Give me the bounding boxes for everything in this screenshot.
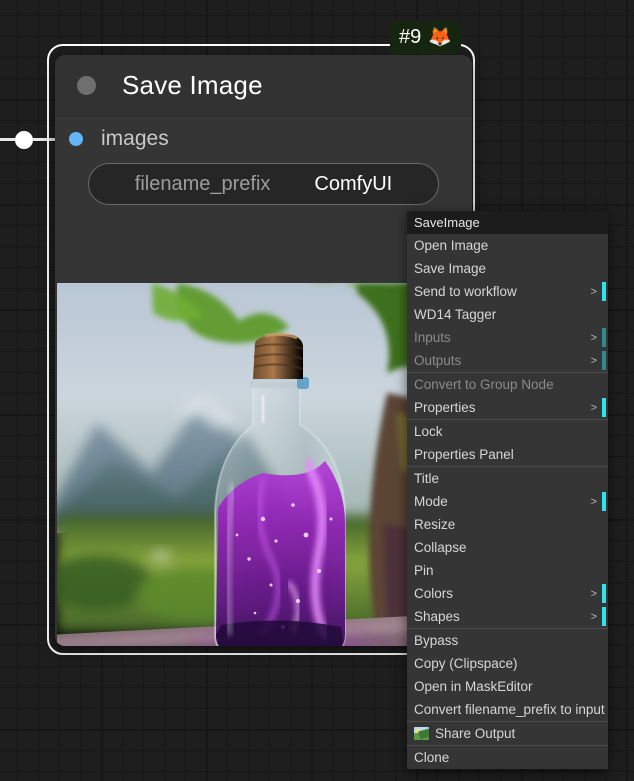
page-title: Save Image [122, 70, 263, 100]
context-menu-item-open-in-maskeditor[interactable]: Open in MaskEditor [407, 675, 608, 698]
context-menu-item-collapse[interactable]: Collapse [407, 536, 608, 559]
context-menu-item-shapes[interactable]: Shapes > [407, 605, 608, 628]
chevron-right-icon: > [590, 587, 597, 600]
context-menu-item-copy-clipspace[interactable]: Copy (Clipspace) [407, 652, 608, 675]
context-menu-item-inputs: Inputs > [407, 326, 608, 349]
chevron-right-icon: > [590, 331, 597, 344]
chevron-right-icon: > [590, 285, 597, 298]
context-menu-item-label: Pin [414, 563, 434, 578]
context-menu-item-label: WD14 Tagger [414, 307, 497, 322]
context-menu-item-label: Shapes [414, 609, 460, 624]
context-menu-item-bypass[interactable]: Bypass [407, 629, 608, 652]
submenu-accent-bar [602, 492, 606, 511]
context-menu-item-label: Resize [414, 517, 456, 532]
context-menu-item-label: Save Image [414, 261, 487, 276]
context-menu-item-wd14-tagger[interactable]: WD14 Tagger [407, 303, 608, 326]
context-menu-item-mode[interactable]: Mode > [407, 490, 608, 513]
context-menu-item-clone[interactable]: Clone [407, 746, 608, 769]
chevron-right-icon: > [590, 610, 597, 623]
context-menu-items: Open Image Save Image Send to workflow > WD1… [407, 234, 608, 769]
context-menu-item-properties-panel[interactable]: Properties Panel [407, 443, 608, 466]
chevron-right-icon: > [590, 401, 597, 414]
context-menu-item-label: Properties Panel [414, 447, 514, 462]
submenu-accent-bar [602, 351, 606, 370]
context-menu-item-label: Open Image [414, 238, 489, 253]
context-menu-item-label: Properties [414, 400, 476, 415]
context-menu-item-save-image[interactable]: Save Image [407, 257, 608, 280]
link-reroute-dot[interactable] [15, 131, 33, 149]
context-menu-item-resize[interactable]: Resize [407, 513, 608, 536]
input-slot-images[interactable]: images [55, 117, 472, 161]
input-slot-label: images [101, 127, 169, 150]
context-menu-item-lock[interactable]: Lock [407, 420, 608, 443]
chevron-right-icon: > [590, 354, 597, 367]
node-body: images filename_prefix ComfyUI [55, 117, 472, 646]
widget-value[interactable]: ComfyUI [314, 173, 392, 196]
context-menu-item-label: Title [414, 471, 440, 486]
context-menu-title: SaveImage [407, 211, 608, 234]
submenu-accent-bar [602, 398, 606, 417]
node-id-label: #9 [399, 26, 422, 48]
context-menu-item-label: Share Output [435, 726, 516, 741]
graph-canvas[interactable]: Save Image images filename_prefix ComfyU… [0, 0, 634, 781]
context-menu-item-label: Convert filename_prefix to input [414, 702, 605, 717]
context-menu-item-label: Outputs [414, 353, 462, 368]
context-menu-item-label: Open in MaskEditor [414, 679, 533, 694]
context-menu-item-label: Lock [414, 424, 443, 439]
context-menu-item-send-to-workflow[interactable]: Send to workflow > [407, 280, 608, 303]
submenu-accent-bar [602, 584, 606, 603]
picture-icon [414, 727, 429, 740]
context-menu[interactable]: SaveImage Open Image Save Image Send to wo… [407, 211, 608, 769]
context-menu-item-open-image[interactable]: Open Image [407, 234, 608, 257]
node-id-badge[interactable]: #9 🦊 [390, 21, 461, 54]
context-menu-item-label: Mode [414, 494, 448, 509]
context-menu-item-properties[interactable]: Properties > [407, 396, 608, 419]
context-menu-item-convert-filename-prefix-to-input[interactable]: Convert filename_prefix to input [407, 698, 608, 721]
fox-face-icon: 🦊 [428, 26, 452, 48]
context-menu-item-convert-to-group-node: Convert to Group Node [407, 373, 608, 396]
context-menu-item-label: Copy (Clipspace) [414, 656, 518, 671]
widget-filename-prefix[interactable]: filename_prefix ComfyUI [88, 163, 439, 205]
submenu-accent-bar [602, 282, 606, 301]
context-menu-item-label: Bypass [414, 633, 459, 648]
context-menu-item-colors[interactable]: Colors > [407, 582, 608, 605]
widget-label: filename_prefix [134, 172, 271, 195]
context-menu-item-title[interactable]: Title [407, 467, 608, 490]
context-menu-item-label: Colors [414, 586, 454, 601]
context-menu-item-share-output[interactable]: Share Output [407, 722, 608, 745]
input-slot-dot[interactable] [69, 132, 83, 146]
context-menu-item-pin[interactable]: Pin [407, 559, 608, 582]
context-menu-item-label: Inputs [414, 330, 451, 345]
context-menu-item-label: Convert to Group Node [414, 377, 554, 392]
submenu-accent-bar [602, 328, 606, 347]
chevron-right-icon: > [590, 495, 597, 508]
context-menu-item-outputs: Outputs > [407, 349, 608, 372]
context-menu-item-label: Collapse [414, 540, 467, 555]
context-menu-item-label: Clone [414, 750, 450, 765]
collapse-dot[interactable] [77, 76, 96, 95]
context-menu-item-label: Send to workflow [414, 284, 517, 299]
node-title-bar[interactable]: Save Image [55, 55, 472, 117]
submenu-accent-bar [602, 607, 606, 626]
